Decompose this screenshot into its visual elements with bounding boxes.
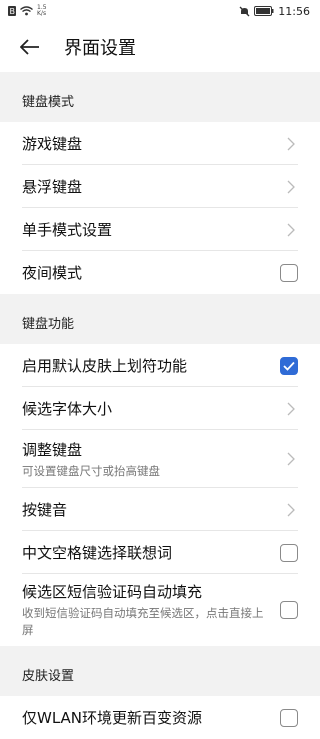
- chevron-right-icon: [284, 178, 298, 196]
- row-floating-keyboard[interactable]: 悬浮键盘: [0, 165, 320, 208]
- clock: 11:56: [278, 4, 310, 18]
- default-skin-swipe-checkbox[interactable]: [280, 356, 298, 375]
- row-night-mode[interactable]: 夜间模式: [0, 251, 320, 294]
- mute-bell-icon: [239, 6, 250, 16]
- arrow-left-icon: [20, 39, 39, 55]
- chevron-right-icon: [284, 400, 298, 418]
- row-text: 候选区短信验证码自动填充 收到短信验证码自动填充至候选区，点击直接上屏: [22, 581, 272, 639]
- row-sms-code-autofill[interactable]: 候选区短信验证码自动填充 收到短信验证码自动填充至候选区，点击直接上屏: [0, 574, 320, 646]
- status-bar: B 1.5 K/s 11:56: [0, 0, 320, 22]
- row-label: 悬浮键盘: [22, 178, 83, 196]
- chevron-right-icon: [284, 501, 298, 519]
- row-label: 按键音: [22, 501, 68, 519]
- row-sublabel: 收到短信验证码自动填充至候选区，点击直接上屏: [22, 606, 264, 637]
- row-adjust-keyboard[interactable]: 调整键盘 可设置键盘尺寸或抬高键盘: [0, 430, 320, 488]
- app-bar: 界面设置: [0, 22, 320, 72]
- row-label: 启用默认皮肤上划符功能: [22, 357, 188, 375]
- row-default-skin-swipe[interactable]: 启用默认皮肤上划符功能: [0, 344, 320, 387]
- row-key-sound[interactable]: 按键音: [0, 488, 320, 531]
- row-label: 候选区短信验证码自动填充: [22, 583, 203, 601]
- speed-unit: K/s: [37, 10, 47, 17]
- row-candidate-font-size[interactable]: 候选字体大小: [0, 387, 320, 430]
- settings-list: 键盘模式 游戏键盘 悬浮键盘 单手模式设置 夜间模式 键盘功能 启用默认皮肤上划…: [0, 72, 320, 739]
- wifi-icon: [20, 6, 33, 16]
- row-space-select-association[interactable]: 中文空格键选择联想词: [0, 531, 320, 574]
- battery-icon: [254, 6, 274, 16]
- section-header-skin: 皮肤设置: [0, 646, 320, 696]
- section-header-keyboard-mode: 键盘模式: [0, 72, 320, 122]
- night-mode-checkbox[interactable]: [280, 263, 298, 282]
- section-header-keyboard-function: 键盘功能: [0, 294, 320, 344]
- row-text: 调整键盘 可设置键盘尺寸或抬高键盘: [22, 439, 160, 480]
- row-sublabel: 可设置键盘尺寸或抬高键盘: [22, 463, 160, 478]
- row-label: 中文空格键选择联想词: [22, 544, 173, 562]
- chevron-right-icon: [284, 450, 298, 468]
- checkmark-icon: [283, 361, 295, 371]
- network-speed: 1.5 K/s: [37, 5, 47, 17]
- row-label: 游戏键盘: [22, 135, 83, 153]
- wlan-update-skin-checkbox[interactable]: [280, 708, 298, 727]
- row-one-hand-mode[interactable]: 单手模式设置: [0, 208, 320, 251]
- back-button[interactable]: [18, 35, 42, 59]
- b-icon: B: [8, 6, 16, 16]
- row-label: 仅WLAN环境更新百变资源: [22, 709, 203, 727]
- status-right: 11:56: [239, 5, 310, 18]
- sms-code-autofill-checkbox[interactable]: [280, 601, 298, 619]
- row-wlan-update-skin[interactable]: 仅WLAN环境更新百变资源: [0, 696, 320, 739]
- chevron-right-icon: [284, 135, 298, 153]
- chevron-right-icon: [284, 221, 298, 239]
- space-select-association-checkbox[interactable]: [280, 543, 298, 562]
- svg-text:B: B: [10, 7, 16, 16]
- row-label: 单手模式设置: [22, 221, 113, 239]
- row-game-keyboard[interactable]: 游戏键盘: [0, 122, 320, 165]
- page-title: 界面设置: [64, 38, 136, 59]
- row-label: 夜间模式: [22, 264, 83, 282]
- row-label: 调整键盘: [22, 440, 83, 459]
- status-left: B 1.5 K/s: [8, 5, 47, 17]
- row-label: 候选字体大小: [22, 400, 113, 418]
